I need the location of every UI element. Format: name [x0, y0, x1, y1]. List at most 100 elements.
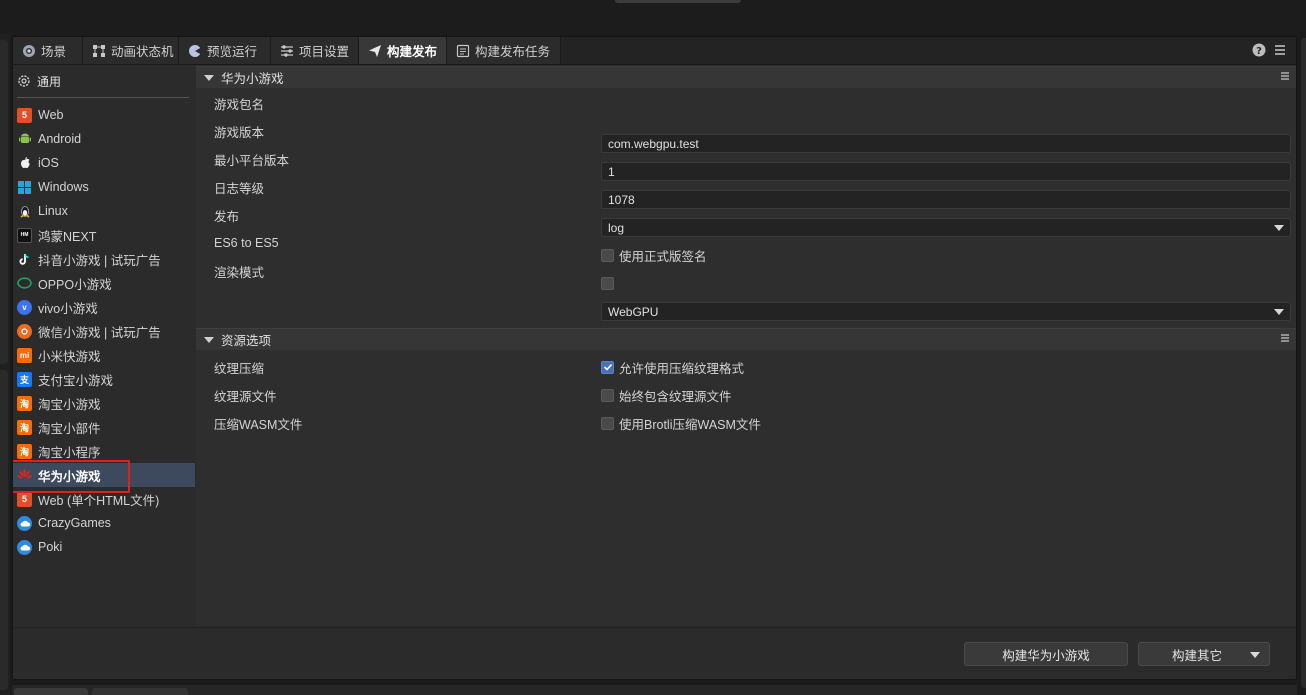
section-menu-icon[interactable]	[1280, 333, 1290, 343]
sidebar-item-vivo[interactable]: v vivo小游戏	[13, 295, 195, 319]
sidebar-item-label: 抖音小游戏 | 试玩广告	[38, 253, 161, 268]
chevron-down-icon	[1274, 309, 1284, 315]
build-publish-panel: 场景 动画状态机 预览运行 项目设置 构建发布 构建发布任务 ? 通用 5 We…	[12, 36, 1297, 680]
help-icon[interactable]: ?	[1252, 43, 1266, 57]
sidebar-item-label: OPPO小游戏	[38, 277, 112, 292]
settings-sliders-icon	[281, 44, 293, 57]
min-platform-version-field[interactable]: 1078	[601, 190, 1291, 209]
scene-icon	[23, 44, 35, 57]
cloud-icon	[17, 515, 32, 531]
sidebar-item-label: CrazyGames	[38, 516, 111, 530]
sidebar-item-oppo[interactable]: OPPO小游戏	[13, 271, 195, 295]
label-render-mode: 渲染模式	[214, 265, 265, 280]
left-dock-panel[interactable]	[0, 40, 8, 364]
sidebar-item-linux[interactable]: Linux	[13, 199, 195, 223]
sidebar-item-wechat[interactable]: 微信小游戏 | 试玩广告	[13, 319, 195, 343]
sidebar-item-label: iOS	[38, 156, 59, 170]
checkbox-box[interactable]	[601, 276, 614, 290]
tab-label: 构建发布	[387, 45, 438, 59]
tab-state-machine[interactable]: 动画状态机	[83, 37, 179, 64]
checkbox-label: 使用Brotli压缩WASM文件	[619, 417, 761, 432]
right-dock-panel[interactable]	[1301, 38, 1306, 688]
task-list-icon	[456, 44, 470, 57]
sidebar-item-douyin[interactable]: 抖音小游戏 | 试玩广告	[13, 247, 195, 271]
label-package-name: 游戏包名	[214, 97, 265, 112]
checkbox-box[interactable]	[601, 416, 614, 430]
es6-to-es5-checkbox[interactable]	[601, 274, 614, 292]
bottom-tab-2[interactable]	[92, 688, 188, 695]
render-mode-select[interactable]: WebGPU	[601, 302, 1291, 321]
collapse-arrow-icon	[204, 74, 214, 81]
checkbox-box-checked[interactable]	[601, 360, 614, 374]
sidebar-item-web[interactable]: 5 Web	[13, 103, 195, 127]
chevron-down-icon	[1274, 225, 1284, 231]
tab-project-settings[interactable]: 项目设置	[271, 37, 359, 64]
sidebar-item-crazygames[interactable]: CrazyGames	[13, 511, 195, 535]
sidebar-item-label: 淘宝小程序	[38, 445, 101, 460]
texture-compression-checkbox[interactable]: 允许使用压缩纹理格式	[601, 358, 744, 376]
build-huawei-button[interactable]: 构建华为小游戏	[964, 642, 1128, 666]
select-value: log	[608, 220, 625, 235]
sidebar-item-label: 小米快游戏	[38, 349, 101, 364]
field-value: 1	[608, 164, 615, 179]
sidebar-item-taobao-game[interactable]: 淘淘宝小游戏	[13, 391, 195, 415]
sidebar-item-label: 通用	[37, 74, 62, 89]
section-header-huawei[interactable]: 华为小游戏	[196, 66, 1296, 88]
linux-icon	[17, 204, 32, 219]
settings-content: 华为小游戏 游戏包名 com.webgpu.test 游戏版本 1 最小平台版本…	[196, 66, 1296, 626]
label-texture-source: 纹理源文件	[214, 389, 277, 404]
label-wasm-compression: 压缩WASM文件	[214, 417, 303, 432]
collapse-arrow-icon	[204, 336, 214, 343]
log-level-select[interactable]: log	[601, 218, 1291, 237]
checkmark-icon	[603, 363, 612, 371]
wasm-compression-checkbox[interactable]: 使用Brotli压缩WASM文件	[601, 414, 761, 432]
sidebar-item-poki[interactable]: Poki	[13, 535, 195, 559]
checkbox-label: 允许使用压缩纹理格式	[619, 361, 745, 376]
sidebar-item-label: 微信小游戏 | 试玩广告	[38, 325, 161, 340]
label-game-version: 游戏版本	[214, 125, 265, 140]
bottom-tab-1[interactable]	[14, 688, 88, 695]
tab-build-publish[interactable]: 构建发布	[359, 37, 447, 64]
taobao-icon: 淘	[17, 395, 32, 411]
sidebar-item-android[interactable]: Android	[13, 127, 195, 151]
sidebar-item-windows[interactable]: Windows	[13, 175, 195, 199]
douyin-icon	[17, 252, 32, 267]
sidebar-item-taobao-widget[interactable]: 淘淘宝小部件	[13, 415, 195, 439]
wechat-icon	[17, 323, 32, 339]
texture-source-checkbox[interactable]: 始终包含纹理源文件	[601, 386, 732, 404]
cloud-icon	[17, 539, 32, 555]
tab-bar: 场景 动画状态机 预览运行 项目设置 构建发布 构建发布任务 ?	[13, 37, 1296, 65]
sidebar-item-xiaomi[interactable]: mi 小米快游戏	[13, 343, 195, 367]
apple-icon	[17, 156, 32, 171]
sidebar-divider	[17, 97, 189, 98]
checkbox-box[interactable]	[601, 248, 614, 262]
button-label: 构建华为小游戏	[1002, 648, 1090, 663]
sidebar-item-ios[interactable]: iOS	[13, 151, 195, 175]
sidebar-item-alipay[interactable]: 支支付宝小游戏	[13, 367, 195, 391]
sidebar-item-label: vivo小游戏	[38, 301, 98, 316]
package-name-field[interactable]: com.webgpu.test	[601, 134, 1291, 153]
field-value: com.webgpu.test	[608, 136, 699, 151]
preview-icon	[189, 44, 201, 57]
vivo-icon: v	[17, 299, 32, 315]
sidebar-item-harmony[interactable]: HM 鸿蒙NEXT	[13, 223, 195, 247]
chevron-down-icon[interactable]	[1250, 652, 1260, 658]
tab-scene[interactable]: 场景	[13, 37, 83, 64]
tab-preview[interactable]: 预览运行	[179, 37, 271, 64]
build-other-dropdown-button[interactable]: 构建其它	[1138, 642, 1270, 666]
tab-build-tasks[interactable]: 构建发布任务	[447, 37, 561, 64]
section-header-assets[interactable]: 资源选项	[196, 328, 1296, 350]
sidebar-item-label: 鸿蒙NEXT	[38, 229, 97, 244]
label-publish: 发布	[214, 209, 240, 224]
left-dock-edge	[0, 34, 10, 695]
left-dock-panel-lower[interactable]	[0, 370, 8, 690]
release-signature-checkbox[interactable]: 使用正式版签名	[601, 246, 707, 264]
sidebar-item-general[interactable]: 通用	[17, 70, 61, 92]
checkbox-box[interactable]	[601, 388, 614, 402]
menu-icon[interactable]	[1274, 44, 1286, 56]
send-icon	[369, 44, 381, 57]
game-version-field[interactable]: 1	[601, 162, 1291, 181]
section-menu-icon[interactable]	[1280, 71, 1290, 81]
bottom-panel-strip	[12, 684, 1297, 695]
top-handle[interactable]	[615, 0, 741, 3]
